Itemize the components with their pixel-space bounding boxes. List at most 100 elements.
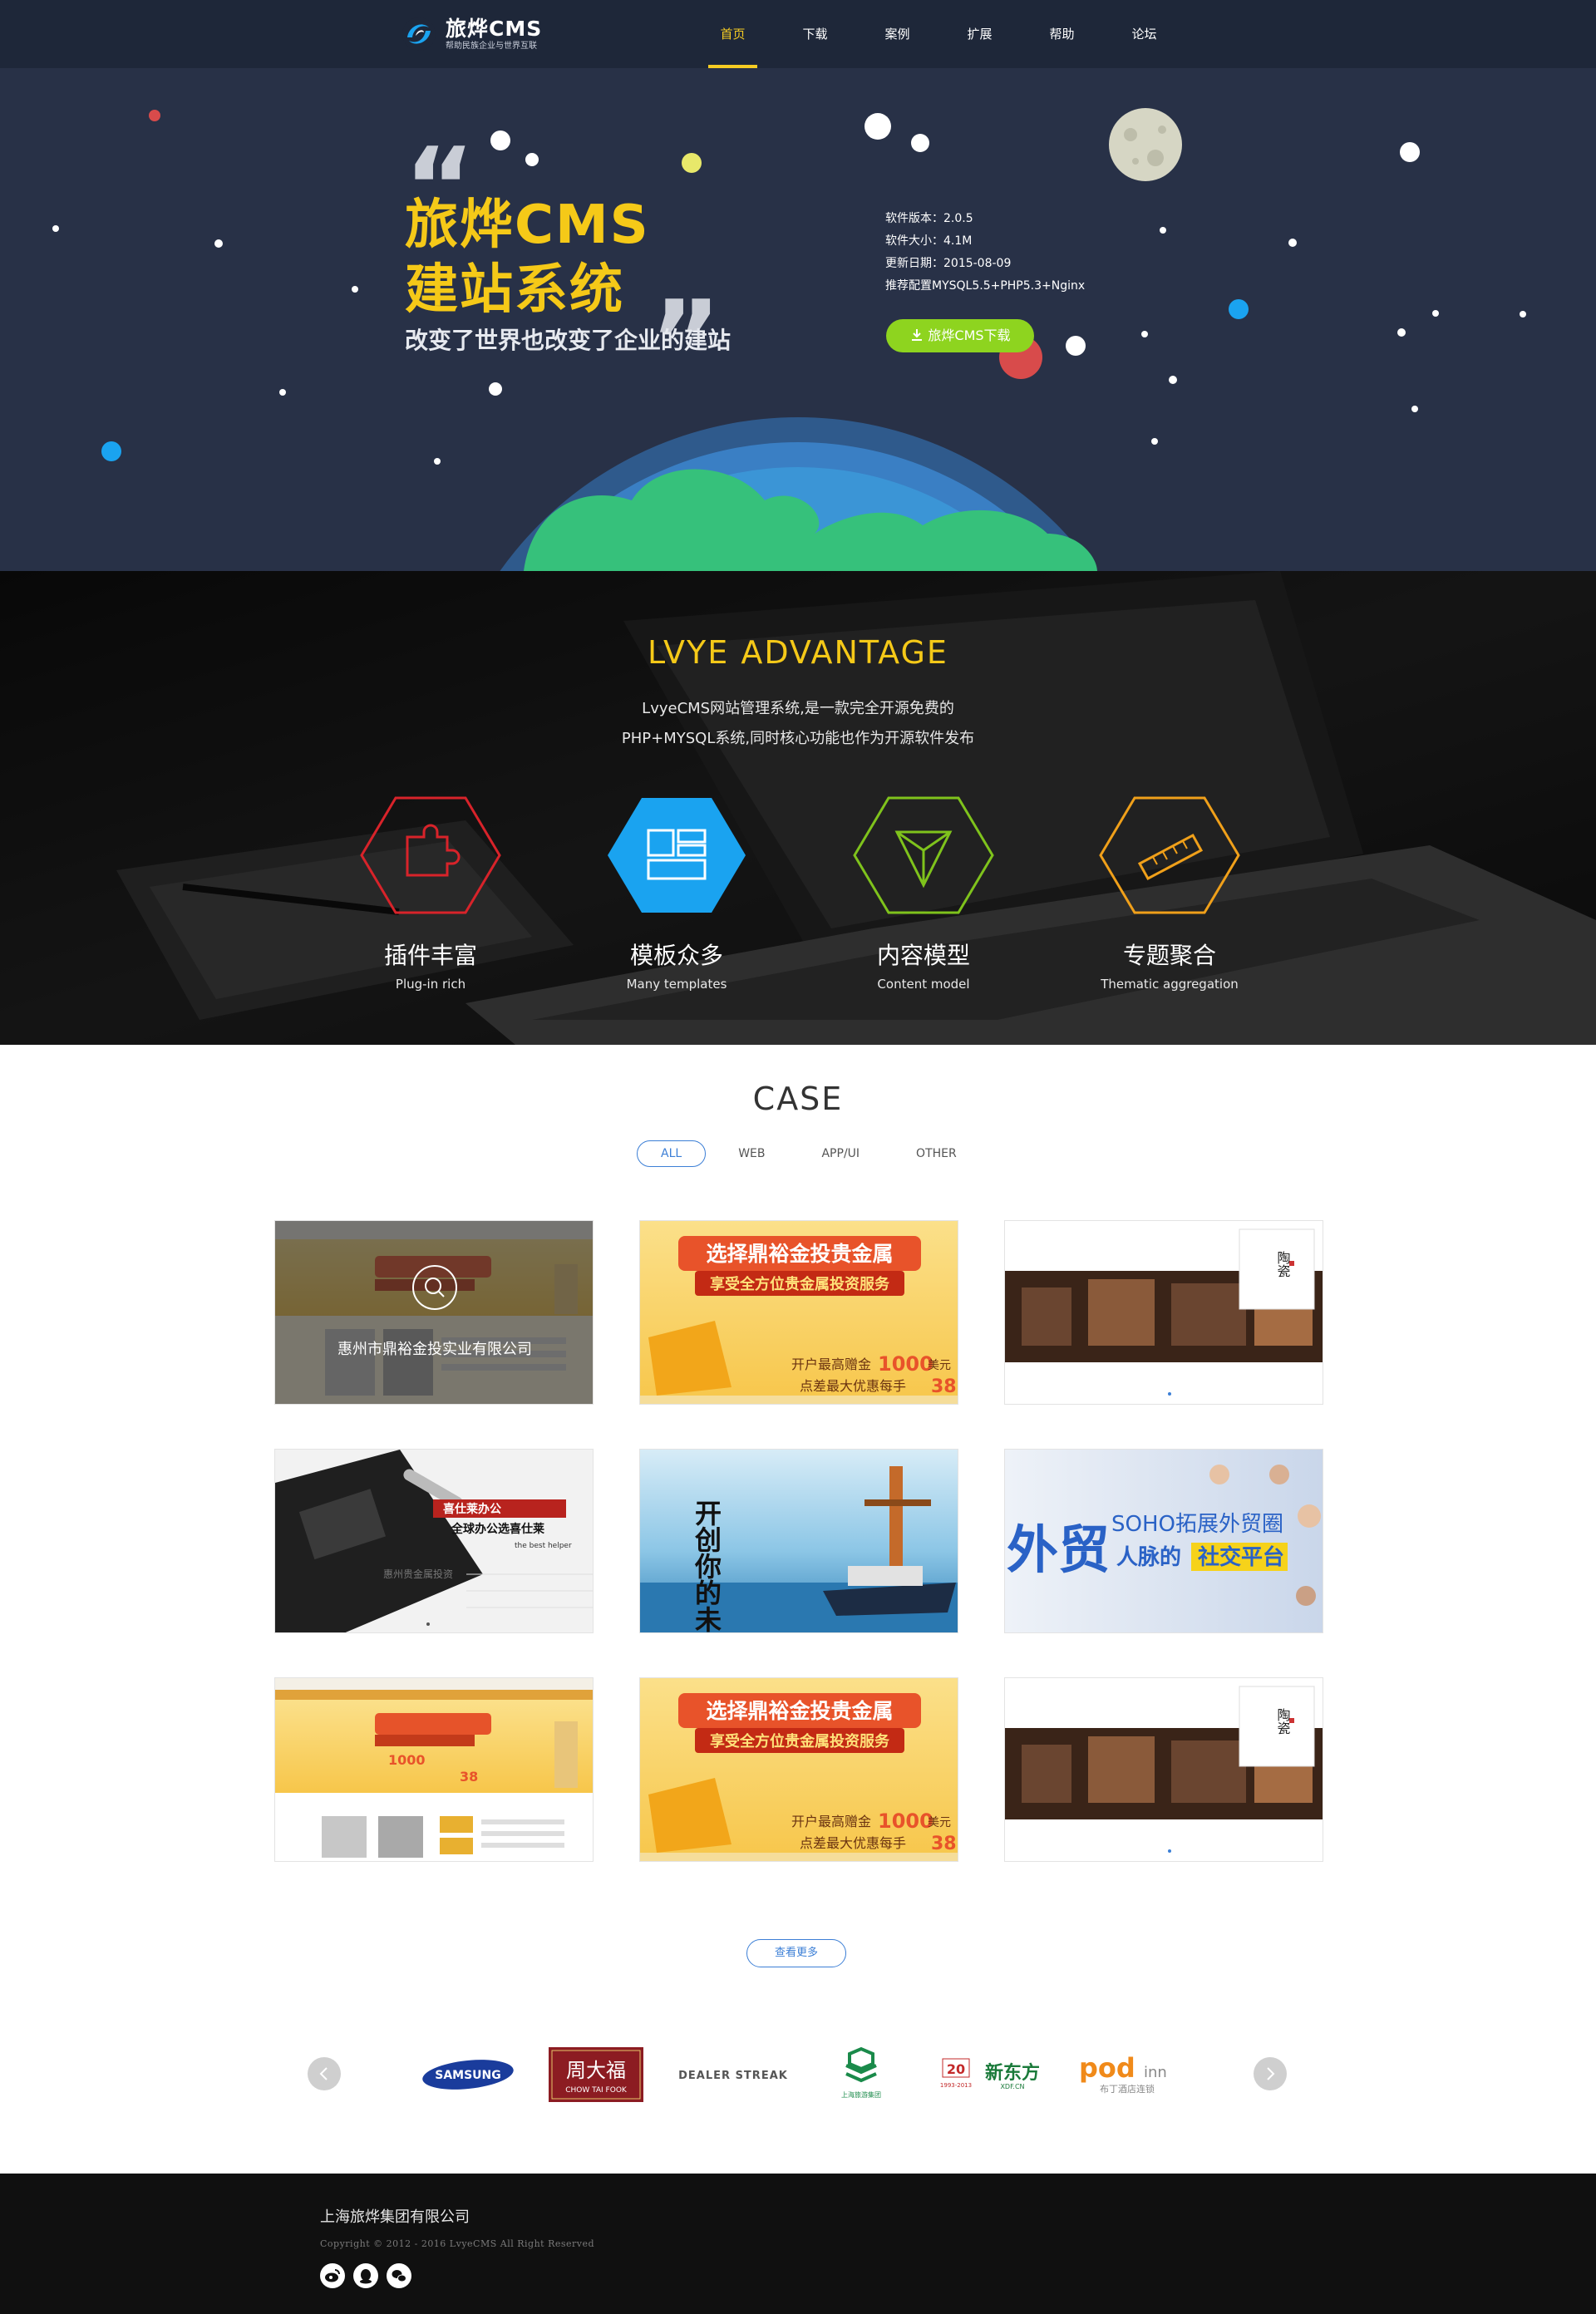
nav-home[interactable]: 首页 — [692, 0, 774, 68]
wechat-button[interactable] — [387, 2263, 411, 2288]
trade-line2: 人脉的 — [1116, 1544, 1181, 1570]
feature-content-model-title: 内容模型 — [876, 942, 970, 969]
qq-icon — [360, 2269, 372, 2284]
partners-prev-button[interactable] — [308, 2057, 341, 2090]
puzzle-icon — [360, 796, 501, 914]
nav-forum[interactable]: 论坛 — [1103, 0, 1185, 68]
case-item-5[interactable]: 开创你的未来 — [639, 1449, 958, 1633]
weibo-icon — [325, 2269, 340, 2282]
partner-xindongfang-logo[interactable]: 20 1993-2013 新东方 XDF.CN — [939, 2043, 1051, 2106]
footer-copyright: Copyright © 2012 - 2016 LvyeCMS All Righ… — [320, 2238, 595, 2249]
case-filter-tabs: ALL WEB APP/UI OTHER — [637, 1140, 989, 1167]
software-info: 软件版本：2.0.5 软件大小：4.1M 更新日期：2015-08-09 推荐配… — [885, 208, 1085, 298]
social-links — [320, 2263, 420, 2288]
svg-text:DEALER STREAK: DEALER STREAK — [678, 2070, 788, 2082]
banner-subline: 享受全方位贵金属投资服务 — [710, 1275, 890, 1293]
download-label: 旅烨CMS下载 — [928, 327, 1011, 343]
banner-offer2-num: 38 — [931, 1376, 957, 1397]
feature-thematic-title: 专题聚合 — [1122, 942, 1216, 969]
trade-line1: SOHO拓展外贸圈 — [1111, 1512, 1283, 1537]
partner-podinn-logo[interactable]: pod inn 布丁酒店连锁 — [1077, 2043, 1180, 2106]
svg-text:inn: inn — [1144, 2064, 1167, 2081]
banner-subline: 享受全方位贵金属投资服务 — [710, 1732, 890, 1750]
banner-offer1-num: 1000 — [878, 1352, 933, 1376]
filter-other[interactable]: OTHER — [892, 1140, 981, 1167]
office-tag: 喜仕莱办公 — [443, 1502, 501, 1516]
feature-content-model[interactable]: 内容模型 Content model — [824, 795, 1023, 992]
nav-download[interactable]: 下载 — [774, 0, 856, 68]
feature-thematic[interactable]: 专题聚合 Thematic aggregation — [1070, 795, 1269, 992]
case-item-6[interactable]: 外贸 SOHO拓展外贸圈 人脉的 社交平台 — [1004, 1449, 1323, 1633]
chevron-left-icon — [319, 2067, 328, 2080]
partners-next-button[interactable] — [1254, 2057, 1287, 2090]
search-icon[interactable] — [411, 1264, 458, 1311]
nav-cases[interactable]: 案例 — [856, 0, 938, 68]
banner-offer2: 点差最大优惠每手 — [800, 1835, 906, 1851]
case-item-4[interactable]: 喜仕莱办公 全球办公选喜仕莱 the best helper 惠州贵金属投资 — [274, 1449, 594, 1633]
svg-text:XDF.CN: XDF.CN — [1000, 2083, 1024, 2090]
svg-text:1000: 1000 — [388, 1752, 426, 1768]
site-logo[interactable]: 旅烨CMS 帮助民族企业与世界互联 — [401, 13, 542, 55]
ceramic-label: 陶瓷 — [1275, 1251, 1291, 1278]
banner-offer2: 点差最大优惠每手 — [800, 1378, 906, 1394]
advantage-desc-line1: LvyeCMS网站管理系统,是一款完全开源免费的 — [642, 700, 954, 717]
filter-all[interactable]: ALL — [637, 1140, 707, 1167]
feature-templates[interactable]: 模板众多 Many templates — [577, 795, 776, 992]
banner-offer1: 开户最高赠金 — [791, 1356, 871, 1372]
trade-big-text: 外贸 — [1007, 1519, 1110, 1580]
partner-dealer-streak-logo[interactable]: DEALER STREAK — [675, 2043, 791, 2106]
top-header: 旅烨CMS 帮助民族企业与世界互联 首页 下载 案例 扩展 帮助 论坛 — [0, 0, 1596, 68]
svg-text:20: 20 — [947, 2061, 965, 2077]
triangle-icon — [853, 796, 994, 914]
case-caption: 惠州市鼎裕金投实业有限公司 — [337, 1341, 532, 1358]
svg-text:38: 38 — [460, 1769, 478, 1785]
case-hover-overlay — [275, 1221, 593, 1404]
case-item-9[interactable]: 陶瓷 — [1004, 1677, 1323, 1862]
office-helper: the best helper — [515, 1542, 572, 1550]
partner-shanghai-logo[interactable]: 上海旅游集团 — [828, 2043, 894, 2106]
nav-help[interactable]: 帮助 — [1021, 0, 1103, 68]
banner-offer1-num: 1000 — [878, 1809, 933, 1833]
partner-chowtaifook-logo[interactable]: 周大福 CHOW TAI FOOK — [549, 2043, 643, 2106]
filter-web[interactable]: WEB — [714, 1140, 789, 1167]
svg-text:CHOW TAI FOOK: CHOW TAI FOOK — [565, 2086, 628, 2095]
banner-offer1-unit: 美元 — [928, 1359, 951, 1372]
svg-text:SAMSUNG: SAMSUNG — [435, 2069, 501, 2082]
svg-text:新东方: 新东方 — [985, 2062, 1040, 2084]
feature-thematic-subtitle: Thematic aggregation — [1101, 977, 1239, 992]
advantage-desc-line2: PHP+MYSQL系统,同时核心功能也作为开源软件发布 — [621, 730, 975, 747]
view-more-button[interactable]: 查看更多 — [746, 1939, 846, 1967]
feature-plugins[interactable]: 插件丰富 Plug-in rich — [331, 795, 530, 992]
logo-title: 旅烨CMS — [446, 16, 543, 41]
wechat-icon — [392, 2270, 406, 2282]
slogan-subtitle: 改变了世界也改变了企业的建站 — [405, 327, 732, 354]
weibo-button[interactable] — [320, 2263, 345, 2288]
filter-app-ui[interactable]: APP/UI — [797, 1140, 884, 1167]
case-title: CASE — [752, 1081, 844, 1117]
case-item-7[interactable]: 1000 38 — [274, 1677, 594, 1862]
ceramic-label: 陶瓷 — [1275, 1708, 1291, 1735]
partner-samsung-logo[interactable]: SAMSUNG — [421, 2043, 515, 2106]
svg-text:上海旅游集团: 上海旅游集团 — [841, 2090, 881, 2099]
slogan-title-line2: 建站系统 — [405, 259, 624, 321]
advantage-section: LVYE ADVANTAGE LvyeCMS网站管理系统,是一款完全开源免费的 … — [0, 571, 1596, 1045]
nav-extensions[interactable]: 扩展 — [938, 0, 1021, 68]
case-item-3[interactable]: 陶瓷 — [1004, 1220, 1323, 1405]
svg-text:周大福: 周大福 — [566, 2059, 626, 2082]
logo-subtitle: 帮助民族企业与世界互联 — [446, 41, 537, 51]
banner-offer2-num: 38 — [931, 1834, 957, 1854]
office-headline: 全球办公选喜仕莱 — [451, 1522, 544, 1536]
footer-company-name: 上海旅烨集团有限公司 — [320, 2208, 470, 2226]
case-item-1[interactable]: 惠州市鼎裕金投实业有限公司 — [274, 1220, 594, 1405]
info-size: 软件大小：4.1M — [885, 234, 973, 248]
case-item-2[interactable]: 选择鼎裕金投贵金属 享受全方位贵金属投资服务 开户最高赠金 1000 美元 点差… — [639, 1220, 958, 1405]
svg-text:1993-2013: 1993-2013 — [940, 2082, 972, 2089]
case-item-8[interactable]: 选择鼎裕金投贵金属 享受全方位贵金属投资服务 开户最高赠金 1000 美元 点差… — [639, 1677, 958, 1862]
qq-button[interactable] — [353, 2263, 378, 2288]
download-button[interactable]: 旅烨CMS下载 — [886, 319, 1034, 352]
trade-line2-highlight: 社交平台 — [1198, 1544, 1284, 1570]
slogan-title-line1: 旅烨CMS — [405, 194, 650, 256]
banner-offer1: 开户最高赠金 — [791, 1814, 871, 1829]
ruler-icon — [1099, 796, 1240, 914]
banner-offer1-unit: 美元 — [928, 1816, 951, 1829]
